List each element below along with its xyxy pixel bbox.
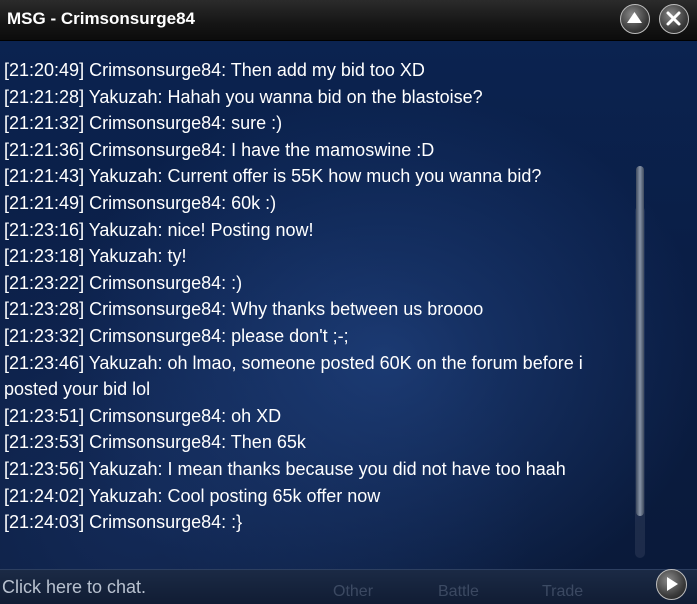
chat-message: [21:21:28] Yakuzah: Hahah you wanna bid …: [4, 86, 483, 107]
chat-message: [21:21:43] Yakuzah: Current offer is 55K…: [4, 166, 542, 187]
chat-input-bar: Other Battle Trade: [0, 569, 697, 604]
scroll-up-button[interactable]: [620, 4, 650, 34]
close-icon: [666, 11, 681, 26]
chat-message: [21:23:18] Yakuzah: ty!: [4, 246, 187, 267]
chat-log-area[interactable]: [21:20:49] Crimsonsurge84: Then add my b…: [0, 41, 697, 569]
chat-message: [21:23:46] Yakuzah: oh lmao, someone pos…: [4, 352, 583, 400]
chevron-up-icon: [627, 12, 642, 23]
chat-message: [21:23:56] Yakuzah: I mean thanks becaus…: [4, 458, 566, 479]
chat-message: [21:23:28] Crimsonsurge84: Why thanks be…: [4, 299, 484, 320]
chat-message: [21:23:16] Yakuzah: nice! Posting now!: [4, 219, 314, 240]
chat-message: [21:24:03] Crimsonsurge84: :}: [4, 512, 243, 533]
chat-message: [21:20:49] Crimsonsurge84: Then add my b…: [4, 60, 425, 80]
chat-message: [21:23:51] Crimsonsurge84: oh XD: [4, 405, 282, 426]
play-icon: [667, 577, 678, 591]
scrollbar-thumb[interactable]: [636, 166, 644, 516]
chat-message: [21:21:32] Crimsonsurge84: sure :): [4, 113, 283, 134]
chat-input[interactable]: [2, 574, 642, 600]
chat-message: [21:23:53] Crimsonsurge84: Then 65k: [4, 432, 306, 453]
chat-window: MSG - Crimsonsurge84 [21:20:49] Crimsons…: [0, 0, 697, 604]
send-button[interactable]: [656, 569, 687, 600]
chat-message: [21:24:02] Yakuzah: Cool posting 65k off…: [4, 485, 381, 506]
chat-message: [21:21:49] Crimsonsurge84: 60k :): [4, 192, 277, 213]
message-list: [21:20:49] Crimsonsurge84: Then add my b…: [4, 57, 629, 536]
title-bar[interactable]: MSG - Crimsonsurge84: [0, 0, 697, 41]
window-title: MSG - Crimsonsurge84: [7, 9, 195, 28]
close-button[interactable]: [659, 4, 689, 34]
chat-message: [21:21:36] Crimsonsurge84: I have the ma…: [4, 139, 435, 160]
chat-message: [21:23:22] Crimsonsurge84: :): [4, 272, 243, 293]
chat-message: [21:23:32] Crimsonsurge84: please don't …: [4, 325, 349, 346]
